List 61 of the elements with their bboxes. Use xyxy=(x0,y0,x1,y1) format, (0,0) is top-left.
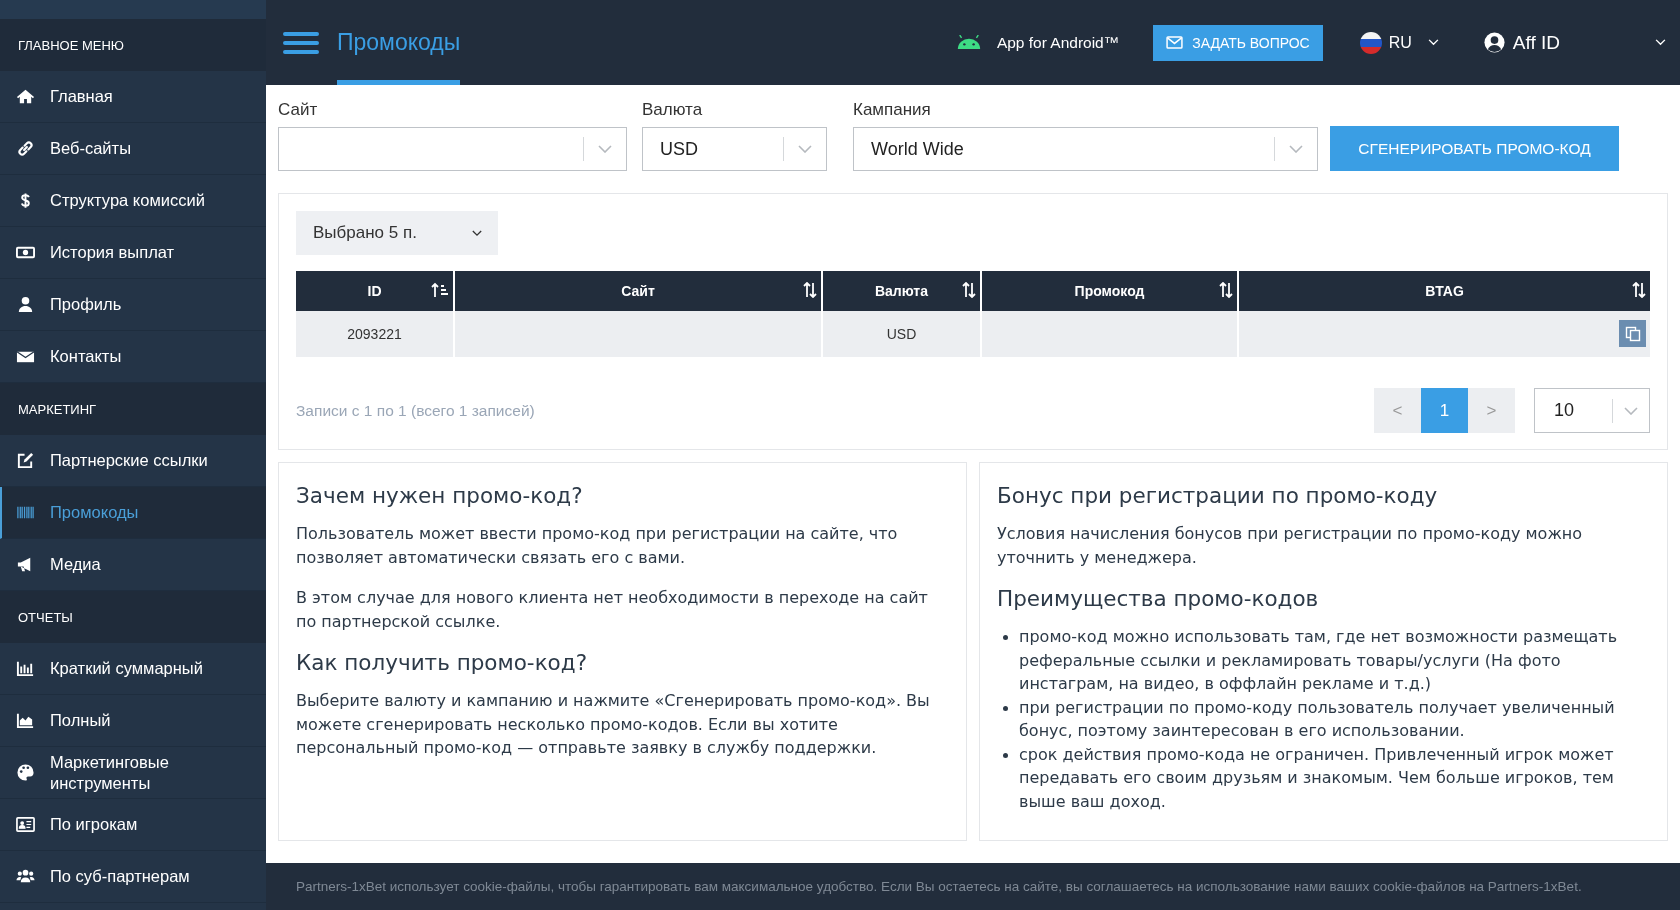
sidebar-item[interactable]: Промокоды xyxy=(0,487,266,539)
edit-icon xyxy=(16,451,35,470)
table-cell: USD xyxy=(823,311,980,357)
select-field[interactable]: World Wide xyxy=(853,127,1318,171)
list-item: промо-код можно использовать там, где нет возможности размещать реферальные ссылки и рекламировать товары/услуги (На фото инстаграм, на видео, в оффлайн рекламе и т.д.) xyxy=(1019,626,1619,695)
column-header[interactable]: BTAG xyxy=(1239,271,1650,311)
chevron-down-icon[interactable] xyxy=(1655,39,1666,46)
chevron-down-icon xyxy=(598,145,612,153)
records-info: Записи с 1 по 1 (всего 1 записей) xyxy=(296,401,536,420)
column-header[interactable]: Валюта xyxy=(823,271,980,311)
field-label: Валюта xyxy=(642,100,704,120)
sidebar-section-title: МАРКЕТИНГ xyxy=(0,383,266,435)
mail-icon xyxy=(1166,36,1184,49)
android-icon[interactable] xyxy=(955,35,982,50)
copy-icon xyxy=(1624,325,1641,342)
section-heading: Преимущества промо-кодов xyxy=(997,586,1320,611)
language-selector[interactable]: RU xyxy=(1388,33,1412,52)
chevron-down-icon xyxy=(1289,145,1303,153)
bullet-icon xyxy=(1003,752,1008,758)
user-icon xyxy=(16,295,35,314)
sidebar-section-title: ГЛАВНОЕ МЕНЮ xyxy=(0,19,266,71)
user-icon[interactable] xyxy=(1482,31,1506,54)
page-title: Промокоды xyxy=(337,0,461,85)
bullet-icon xyxy=(1003,705,1008,711)
select-field[interactable] xyxy=(278,127,627,171)
link-icon xyxy=(16,139,35,158)
copy-button[interactable] xyxy=(1619,320,1646,347)
home-icon xyxy=(16,87,35,106)
list-item: при регистрации по промо-коду пользователь получает увеличенный бонус, поэтому заинтересован в его использовании. xyxy=(1019,696,1616,742)
chevron-down-icon[interactable] xyxy=(1427,39,1439,46)
cookie-notice: Partners-1xBet использует cookie-файлы, чтобы гарантировать вам максимальное удобство. Если Вы остаетесь на сайте, вы соглашаетесь на использование нами ваших cookie-файлов на Partners-1xBet. xyxy=(296,879,1582,894)
section-heading: Как получить промо-код? xyxy=(296,650,589,675)
android-app-link[interactable]: App for Android™ xyxy=(996,33,1120,52)
select-field[interactable]: USD xyxy=(642,127,827,171)
column-selector[interactable]: Выбрано 5 п. xyxy=(296,211,498,255)
column-header[interactable]: Сайт xyxy=(455,271,821,311)
column-header[interactable]: ID xyxy=(296,271,453,311)
bullet-icon xyxy=(1003,635,1008,640)
paragraph: В этом случае для нового клиента нет необходимости в переходе на сайт по партнерской ссылке. xyxy=(296,587,929,633)
field-label: Сайт xyxy=(278,100,319,120)
bars-icon xyxy=(16,659,35,678)
menu-icon[interactable] xyxy=(283,30,319,55)
paragraph: Выберите валюту и кампанию и нажмите «Сгенерировать промо-код». Вы можете сгенерировать несколько промо-кодов. Если вы хотите персональный промо-код — отправьте заявку в службу поддержки. xyxy=(296,690,931,759)
table-cell: 2093221 xyxy=(296,311,453,357)
paragraph: Условия начисления бонусов при регистрации по промо-коду можно уточнить у менеджера. xyxy=(997,523,1584,569)
page-size-select[interactable]: 10 xyxy=(1534,388,1650,433)
field-label: Кампания xyxy=(853,100,932,120)
sidebar-section-title: ОТЧЕТЫ xyxy=(0,591,266,643)
paragraph: Пользователь может ввести промо-код при регистрации на сайте, что позволяет автоматически связать его с вами. xyxy=(296,523,899,569)
user-menu[interactable]: Aff ID xyxy=(1512,31,1560,54)
section-heading: Бонус при регистрации по промо-коду xyxy=(997,483,1439,508)
flag-icon xyxy=(1358,30,1383,55)
list-item: срок действия промо-кода не ограничен. Привлеченный игрок может передавать его своим друзьям и знакомым. Чем больше игроков, тем выше ваш доход. xyxy=(1019,743,1615,813)
card-icon xyxy=(16,815,35,834)
section-heading: Зачем нужен промо-код? xyxy=(296,483,584,508)
chevron-down-icon xyxy=(798,145,812,153)
column-header[interactable]: Промокод xyxy=(982,271,1237,311)
chevron-down-icon xyxy=(472,229,482,237)
area-icon xyxy=(16,711,35,730)
chevron-down-icon xyxy=(1624,406,1638,415)
palette-icon xyxy=(16,763,35,782)
